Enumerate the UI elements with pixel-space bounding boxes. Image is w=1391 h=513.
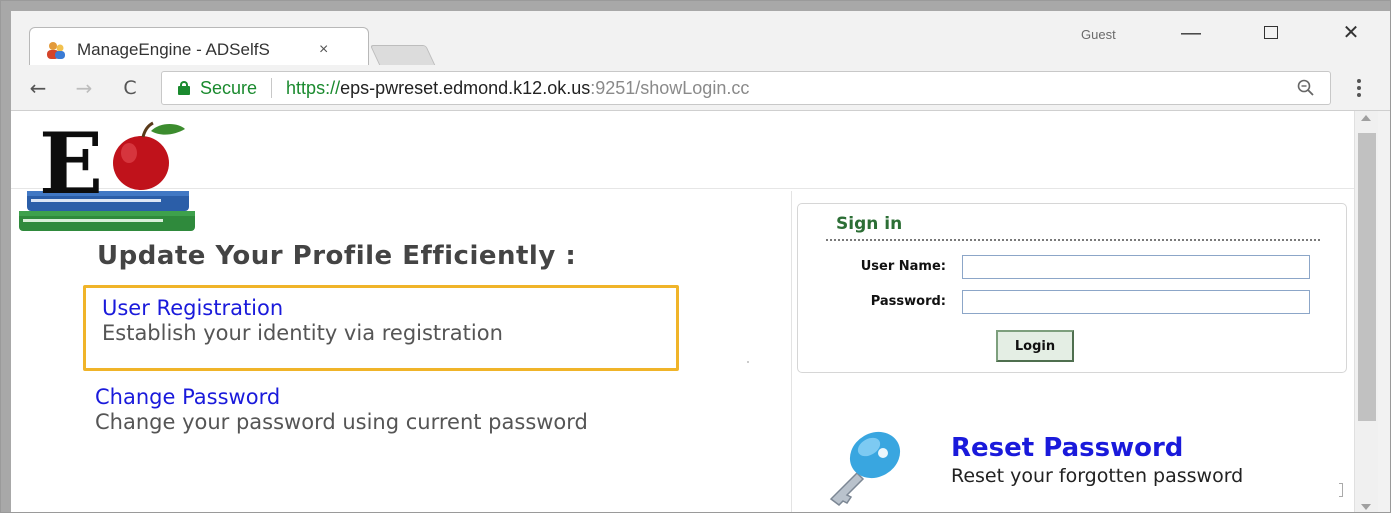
divider-dot	[747, 361, 749, 363]
profile-options: Update Your Profile Efficiently : User R…	[11, 191, 791, 512]
new-tab-button[interactable]	[369, 45, 437, 67]
login-button[interactable]: Login	[996, 330, 1074, 362]
secure-label[interactable]: Secure	[200, 78, 257, 99]
url-text[interactable]: https://eps-pwreset.edmond.k12.ok.us:925…	[286, 78, 749, 99]
tab-title: ManageEngine - ADSelfS	[77, 40, 270, 59]
key-icon[interactable]	[817, 423, 909, 507]
reset-password-description: Reset your forgotten password	[951, 465, 1244, 487]
corner-bracket	[1339, 483, 1343, 497]
change-password-description: Change your password using current passw…	[95, 410, 588, 434]
address-bar[interactable]: Secure https://eps-pwreset.edmond.k12.ok…	[161, 71, 1331, 105]
minimize-button[interactable]: —	[1171, 21, 1211, 45]
forward-button[interactable]: →	[71, 75, 97, 101]
scroll-up-icon[interactable]	[1361, 115, 1371, 121]
user-registration-link[interactable]: User Registration	[102, 296, 283, 320]
users-icon	[47, 42, 65, 59]
scroll-down-icon[interactable]	[1361, 504, 1371, 510]
user-registration-card[interactable]: User Registration Establish your identit…	[83, 285, 679, 371]
signin-divider	[826, 239, 1320, 241]
column-divider	[791, 191, 792, 512]
page-content: E Update Your Profile Efficiently : User…	[11, 111, 1354, 512]
close-window-button[interactable]: ✕	[1331, 21, 1371, 45]
tab-strip: ManageEngine - ADSelfS × Guest — ✕	[11, 11, 1390, 67]
signin-panel: Sign in User Name: Password: Login	[797, 203, 1347, 373]
maximize-button[interactable]	[1251, 21, 1291, 45]
url-path: :9251/showLogin.cc	[590, 77, 750, 98]
maximize-icon	[1264, 26, 1278, 39]
scroll-thumb[interactable]	[1358, 133, 1376, 421]
page-scrollbar[interactable]	[1354, 111, 1378, 512]
url-host: eps-pwreset.edmond.k12.ok.us	[340, 77, 591, 98]
back-button[interactable]: ←	[25, 75, 51, 101]
username-field[interactable]	[962, 255, 1310, 279]
lock-icon	[178, 81, 190, 95]
reload-button[interactable]: C	[117, 75, 143, 101]
zoom-icon[interactable]	[1296, 78, 1316, 98]
change-password-link[interactable]: Change Password	[95, 385, 280, 409]
browser-window: ManageEngine - ADSelfS × Guest — ✕ ← → C…	[0, 0, 1391, 513]
username-label: User Name:	[860, 259, 946, 274]
tab-close-icon[interactable]: ×	[319, 41, 328, 59]
address-separator	[271, 78, 273, 98]
password-field[interactable]	[962, 290, 1310, 314]
browser-toolbar: ← → C Secure https://eps-pwreset.edmond.…	[11, 65, 1390, 111]
password-label: Password:	[870, 294, 946, 309]
browser-tab-content[interactable]: ManageEngine - ADSelfS ×	[37, 35, 357, 65]
profile-label[interactable]: Guest	[1081, 27, 1116, 42]
page-title: Update Your Profile Efficiently :	[97, 241, 577, 271]
window-frame-left	[1, 1, 11, 512]
user-registration-description: Establish your identity via registration	[102, 321, 503, 345]
browser-menu-icon[interactable]	[1349, 75, 1369, 101]
window-frame-top	[1, 1, 1390, 11]
reset-password-link[interactable]: Reset Password	[951, 433, 1183, 463]
page-header	[11, 111, 1354, 189]
signin-title: Sign in	[836, 214, 903, 234]
url-scheme: https://	[286, 77, 341, 98]
